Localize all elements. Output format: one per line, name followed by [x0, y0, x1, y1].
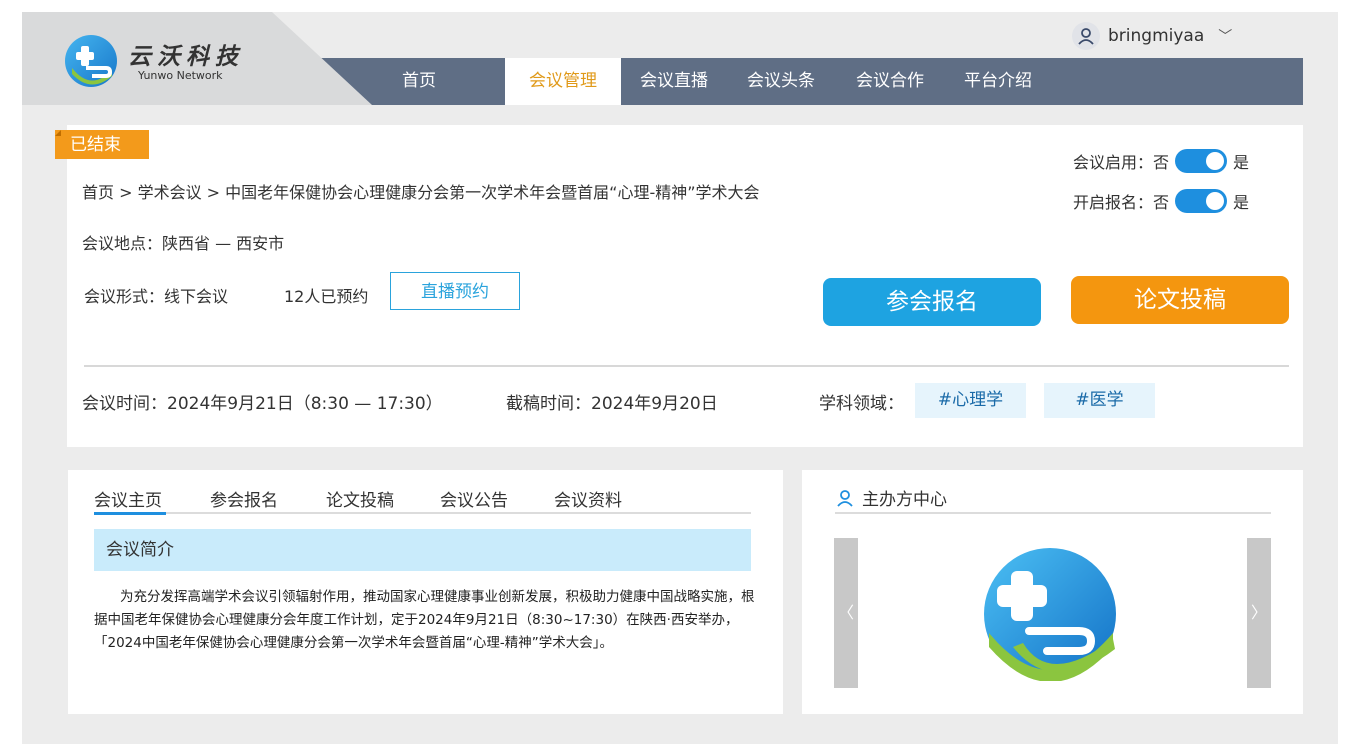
- organizer-title-text: 主办方中心: [862, 490, 947, 510]
- user-menu[interactable]: bringmiyaa ﹀: [1072, 22, 1232, 50]
- brand-name-cn: 云沃科技: [128, 43, 244, 70]
- badge-fold: [55, 130, 61, 136]
- nav-conference-cooperation[interactable]: 会议合作: [847, 58, 933, 105]
- toggle-signup-label: 开启报名：否: [1073, 193, 1170, 212]
- username: bringmiyaa: [1108, 26, 1205, 46]
- breadcrumb: 首页 > 学术会议 > 中国老年保健协会心理健康分会第一次学术年会暨首届“心理-…: [82, 183, 760, 202]
- tab-underline: [94, 512, 751, 514]
- conference-time: 会议时间：2024年9月21日（8:30 — 17:30）: [82, 394, 443, 414]
- intro-heading: 会议简介: [94, 529, 751, 571]
- tab-papers[interactable]: 论文投稿: [326, 486, 394, 511]
- nav-platform-intro[interactable]: 平台介绍: [955, 58, 1041, 105]
- nav-conference-headlines[interactable]: 会议头条: [738, 58, 824, 105]
- organizer-title: 主办方中心: [836, 485, 947, 510]
- tag-medicine[interactable]: #医学: [1044, 383, 1155, 418]
- intro-text: 为充分发挥高端学术会议引领辐射作用，推动国家心理健康事业创新发展，积极助力健康中…: [94, 589, 755, 651]
- field-label: 学科领域：: [819, 394, 904, 414]
- register-button[interactable]: 参会报名: [823, 278, 1041, 326]
- divider: [84, 365, 1289, 367]
- toggle-conference-enabled[interactable]: [1175, 149, 1228, 173]
- reserved-count: 12人已预约: [284, 287, 369, 306]
- organizer-logo: [984, 548, 1116, 681]
- carousel-next-button[interactable]: 〉: [1247, 538, 1271, 688]
- user-icon: [1072, 22, 1100, 50]
- toggle-conference-enabled-row: 会议启用：否 是: [1073, 149, 1249, 173]
- tag-psychology[interactable]: #心理学: [915, 383, 1026, 418]
- tab-register[interactable]: 参会报名: [210, 486, 278, 511]
- tab-materials[interactable]: 会议资料: [554, 486, 622, 511]
- toggle-conference-enabled-yes: 是: [1233, 153, 1250, 172]
- person-icon: [837, 489, 853, 507]
- tab-active-indicator: [94, 512, 166, 515]
- logo-icon: [65, 35, 117, 87]
- submission-deadline: 截稿时间：2024年9月20日: [506, 394, 718, 414]
- toggle-signup-row: 开启报名：否 是: [1073, 189, 1249, 213]
- tab-home[interactable]: 会议主页: [94, 486, 162, 511]
- nav-home[interactable]: 首页: [383, 58, 455, 105]
- organizer-underline: [835, 512, 1271, 514]
- nav-conference-live[interactable]: 会议直播: [631, 58, 717, 105]
- chevron-down-icon[interactable]: ﹀: [1218, 26, 1232, 46]
- toggle-conference-enabled-label: 会议启用：否: [1073, 153, 1170, 172]
- live-reserve-button[interactable]: 直播预约: [390, 272, 520, 310]
- conference-location: 会议地点：陕西省 — 西安市: [82, 234, 285, 253]
- toggle-signup[interactable]: [1175, 189, 1228, 213]
- toggle-signup-yes: 是: [1233, 193, 1250, 212]
- carousel-prev-button[interactable]: 〈: [834, 538, 858, 688]
- paper-submit-button[interactable]: 论文投稿: [1071, 276, 1289, 324]
- status-badge: 已结束: [55, 130, 149, 159]
- conference-format: 会议形式：线下会议: [84, 287, 229, 306]
- nav-conference-management[interactable]: 会议管理: [505, 58, 621, 105]
- brand-name-en: Yunwo Network: [138, 69, 223, 82]
- tab-announcements[interactable]: 会议公告: [440, 486, 508, 511]
